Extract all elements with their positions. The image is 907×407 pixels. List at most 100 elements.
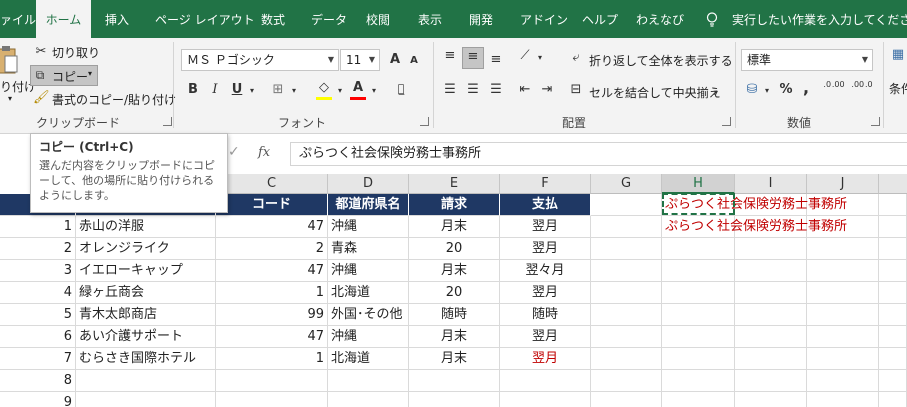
format-painter-button[interactable]: 書式のコピー/貼り付け — [52, 91, 176, 108]
prefecture-cell[interactable]: 北海道 — [328, 282, 409, 304]
alignment-dialog-launcher-icon[interactable] — [722, 117, 731, 126]
payment-cell[interactable]: 翌月 — [500, 282, 591, 304]
cell-empty[interactable] — [735, 304, 807, 326]
tab-addins[interactable]: アドイン — [520, 0, 568, 38]
cell-empty[interactable] — [735, 392, 807, 407]
tab-home[interactable]: ホーム — [36, 0, 91, 38]
grow-font-icon[interactable]: A — [388, 51, 402, 69]
column-header-j[interactable]: J — [807, 174, 879, 194]
company-name-cell[interactable]: 青木太郎商店 — [76, 304, 216, 326]
tab-review[interactable]: 校閲 — [366, 0, 390, 38]
prefecture-cell[interactable]: 青森 — [328, 238, 409, 260]
cell-empty[interactable] — [807, 392, 879, 407]
cell-empty[interactable] — [591, 326, 662, 348]
formula-input[interactable]: ぷらつく社会保険労務士事務所 — [290, 142, 907, 166]
h-cell-text[interactable]: ぷらつく社会保険労務士事務所 — [665, 216, 847, 238]
cell-empty[interactable] — [735, 260, 807, 282]
payment-cell[interactable]: 翌月 — [500, 238, 591, 260]
cell-empty[interactable] — [879, 260, 907, 282]
cell-empty[interactable] — [807, 370, 879, 392]
table-header-payment[interactable]: 支払 — [500, 194, 591, 216]
prefecture-cell[interactable]: 外国･その他 — [328, 304, 409, 326]
billing-cell[interactable]: 随時 — [409, 304, 500, 326]
fill-dropdown-icon[interactable]: ▾ — [336, 82, 344, 100]
cell-empty[interactable] — [591, 370, 662, 392]
tab-insert[interactable]: 挿入 — [105, 0, 129, 38]
wrap-text-icon[interactable]: ⤶ — [568, 49, 584, 67]
decrease-decimal-button[interactable]: .00 .0 — [850, 80, 874, 98]
billing-cell[interactable]: 20 — [409, 238, 500, 260]
wrap-text-button[interactable]: 折り返して全体を表示する — [589, 52, 733, 69]
tab-formulas[interactable]: 数式 — [261, 0, 285, 38]
row-number-cell[interactable]: 3 — [0, 260, 76, 282]
align-right-icon[interactable]: ☰ — [487, 81, 505, 99]
increase-decimal-button[interactable]: .0 .00 — [822, 80, 846, 98]
conditional-formatting-label[interactable]: 条件 — [889, 80, 907, 97]
number-dialog-launcher-icon[interactable] — [871, 117, 880, 126]
code-cell[interactable]: 1 — [216, 282, 328, 304]
cell-empty[interactable] — [591, 348, 662, 370]
cell-empty[interactable] — [591, 282, 662, 304]
align-left-icon[interactable]: ☰ — [441, 81, 459, 99]
borders-dropdown-icon[interactable]: ▾ — [290, 82, 298, 100]
company-name-cell[interactable] — [76, 392, 216, 407]
font-color-dropdown-icon[interactable]: ▾ — [370, 82, 378, 100]
cell-empty[interactable] — [807, 348, 879, 370]
company-name-cell[interactable]: むらさき国際ホテル — [76, 348, 216, 370]
prefecture-cell[interactable] — [328, 392, 409, 407]
cell-empty[interactable] — [879, 370, 907, 392]
font-color-icon[interactable]: A — [350, 79, 366, 97]
orientation-icon[interactable]: ⟋ — [516, 47, 534, 65]
row-number-cell[interactable]: 5 — [0, 304, 76, 326]
payment-cell[interactable]: 翌月 — [500, 216, 591, 238]
cell-empty[interactable] — [879, 216, 907, 238]
accounting-format-icon[interactable]: ⛁ — [744, 81, 760, 99]
cell-empty[interactable] — [735, 370, 807, 392]
cell-empty[interactable] — [879, 392, 907, 407]
cell-empty[interactable] — [879, 348, 907, 370]
prefecture-cell[interactable]: 沖縄 — [328, 260, 409, 282]
number-format-combo[interactable]: 標準 ▼ — [741, 49, 873, 71]
cell-empty[interactable] — [662, 392, 735, 407]
cancel-entry-icon[interactable]: ✓ — [228, 144, 240, 160]
cell-empty[interactable] — [807, 304, 879, 326]
tab-developer[interactable]: 開発 — [469, 0, 493, 38]
cell-empty[interactable] — [735, 282, 807, 304]
cell-empty[interactable] — [662, 326, 735, 348]
cell-empty[interactable] — [662, 304, 735, 326]
merge-center-button[interactable]: セルを結合して中央揃え — [589, 84, 721, 101]
cell-empty[interactable] — [807, 326, 879, 348]
format-painter-icon[interactable]: 🖌 — [33, 89, 50, 107]
decrease-indent-icon[interactable]: ⇤ — [516, 81, 534, 99]
copy-dropdown-icon[interactable]: ▾ — [88, 69, 92, 78]
company-name-cell[interactable]: オレンジライク — [76, 238, 216, 260]
cell-empty[interactable] — [735, 348, 807, 370]
merge-center-icon[interactable]: ⊟ — [568, 81, 584, 99]
borders-icon[interactable]: ⊞ — [270, 81, 286, 99]
prefecture-cell[interactable]: 沖縄 — [328, 326, 409, 348]
cell-empty[interactable] — [807, 282, 879, 304]
font-size-combo[interactable]: 11 ▼ — [340, 49, 380, 71]
conditional-formatting-icon[interactable]: ▦ — [889, 46, 907, 64]
row-number-cell[interactable]: 2 — [0, 238, 76, 260]
company-name-cell[interactable]: 緑ヶ丘商会 — [76, 282, 216, 304]
cell-empty[interactable] — [591, 260, 662, 282]
align-bottom-icon[interactable]: ≡ — [487, 51, 505, 69]
align-center-icon[interactable]: ☰ — [464, 81, 482, 99]
column-header-h[interactable]: H — [662, 174, 735, 194]
company-name-cell[interactable]: イエローキャップ — [76, 260, 216, 282]
tell-me-search[interactable]: 実行したい作業を入力してください — [732, 0, 907, 38]
code-cell[interactable]: 47 — [216, 216, 328, 238]
cell-empty[interactable] — [591, 194, 662, 216]
cell-empty[interactable] — [879, 282, 907, 304]
prefecture-cell[interactable]: 北海道 — [328, 348, 409, 370]
billing-cell[interactable]: 月末 — [409, 216, 500, 238]
table-header-billing[interactable]: 請求 — [409, 194, 500, 216]
company-name-cell[interactable] — [76, 370, 216, 392]
font-name-combo[interactable]: ＭＳ Ｐゴシック ▼ — [181, 49, 339, 71]
row-number-cell[interactable]: 9 — [0, 392, 76, 407]
orientation-dropdown-icon[interactable]: ▾ — [536, 49, 544, 67]
column-header-k[interactable] — [879, 174, 907, 194]
accounting-dropdown-icon[interactable]: ▾ — [763, 82, 771, 100]
cell-empty[interactable] — [591, 216, 662, 238]
